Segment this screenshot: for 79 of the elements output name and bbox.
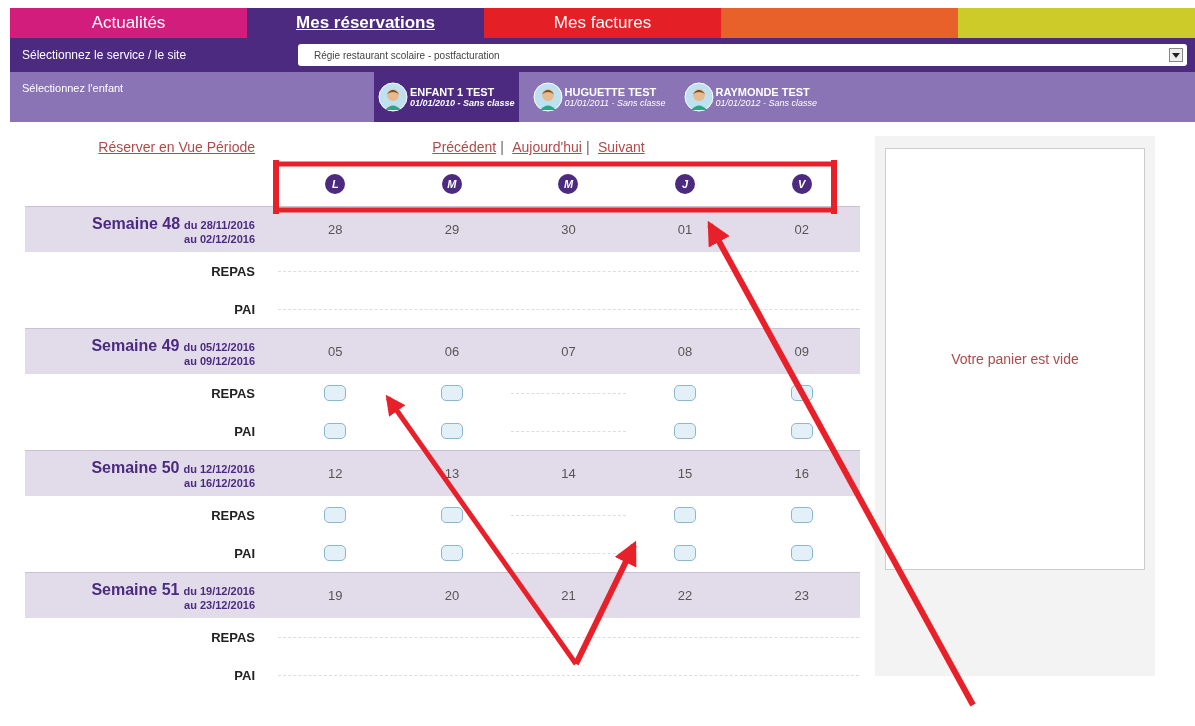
checkbox[interactable] bbox=[790, 545, 813, 561]
period-view-link[interactable]: Réserver en Vue Période bbox=[98, 139, 255, 155]
checkbox[interactable] bbox=[674, 385, 697, 401]
checkbox[interactable] bbox=[324, 385, 347, 401]
nav-tab[interactable]: Actualités bbox=[10, 8, 247, 38]
child-select-label: Sélectionnez l'enfant bbox=[21, 81, 125, 96]
date-label: 09 bbox=[794, 344, 809, 359]
checkbox[interactable] bbox=[674, 507, 697, 523]
date-label: 20 bbox=[444, 588, 460, 603]
avatar-icon bbox=[378, 82, 408, 112]
week-title: Semaine 49 bbox=[91, 336, 180, 355]
checkbox[interactable] bbox=[790, 507, 813, 523]
date-label: 19 bbox=[328, 588, 343, 603]
checkbox[interactable] bbox=[440, 385, 463, 401]
week-title: Semaine 50 bbox=[91, 458, 180, 477]
checkbox[interactable] bbox=[440, 545, 463, 561]
checkbox[interactable] bbox=[324, 545, 347, 561]
day-badge: V bbox=[791, 174, 812, 194]
service-select[interactable]: Régie restaurant scolaire - postfacturation bbox=[298, 44, 1187, 66]
date-label: 29 bbox=[444, 222, 460, 237]
child-tab[interactable]: ENFANT 1 TEST 01/01/2010 - Sans classe bbox=[374, 72, 519, 122]
checkbox[interactable] bbox=[674, 423, 697, 439]
meal-label: REPAS bbox=[211, 264, 255, 279]
nav-tab[interactable]: Mes factures bbox=[484, 8, 721, 38]
meal-label: REPAS bbox=[211, 630, 255, 645]
avatar-icon bbox=[683, 82, 714, 112]
nav-link[interactable]: Suivant bbox=[597, 139, 645, 155]
date-label: 13 bbox=[444, 466, 460, 481]
separator: | bbox=[585, 139, 590, 155]
meal-label: PAI bbox=[234, 302, 255, 317]
checkbox[interactable] bbox=[324, 507, 347, 523]
week-range: au 16/12/2016 bbox=[183, 476, 255, 489]
date-label: 30 bbox=[561, 222, 576, 237]
date-label: 16 bbox=[794, 466, 809, 481]
meal-label: REPAS bbox=[211, 386, 255, 401]
date-label: 22 bbox=[677, 588, 693, 603]
week-range: du 12/12/2016 bbox=[183, 462, 255, 477]
date-label: 05 bbox=[328, 344, 343, 359]
checkbox[interactable] bbox=[440, 507, 463, 523]
day-badge: L bbox=[325, 174, 346, 194]
empty-cart-message: Votre panier est vide bbox=[951, 351, 1079, 367]
week-range: du 28/11/2016 bbox=[184, 218, 255, 233]
nav-link[interactable]: Aujourd'hui bbox=[512, 139, 582, 155]
service-label: Sélectionnez le service / le site bbox=[22, 48, 188, 62]
date-label: 28 bbox=[328, 222, 343, 237]
date-label: 23 bbox=[794, 588, 809, 603]
checkbox[interactable] bbox=[324, 423, 347, 439]
week-title: Semaine 48 bbox=[92, 214, 181, 233]
meal-label: PAI bbox=[234, 546, 255, 561]
date-label: 08 bbox=[677, 344, 693, 359]
nav-tab[interactable]: Mes réservations bbox=[247, 8, 484, 38]
week-title: Semaine 51 bbox=[91, 580, 180, 599]
date-label: 21 bbox=[561, 588, 576, 603]
date-label: 02 bbox=[794, 222, 809, 237]
meal-label: PAI bbox=[234, 424, 255, 439]
checkbox[interactable] bbox=[440, 423, 463, 439]
checkbox[interactable] bbox=[790, 423, 813, 439]
meal-label: REPAS bbox=[211, 508, 255, 523]
date-label: 01 bbox=[677, 222, 693, 237]
meal-label: PAI bbox=[234, 668, 255, 683]
day-badge: M bbox=[558, 174, 579, 194]
week-range: du 19/12/2016 bbox=[183, 584, 255, 599]
date-label: 07 bbox=[561, 344, 576, 359]
child-tab[interactable]: RAYMONDE TEST 01/01/2012 - Sans classe bbox=[679, 72, 822, 122]
nav-link[interactable]: Précédent bbox=[432, 139, 497, 155]
date-label: 14 bbox=[561, 466, 576, 481]
checkbox[interactable] bbox=[674, 545, 697, 561]
avatar-icon bbox=[532, 82, 563, 112]
week-range: au 02/12/2016 bbox=[184, 232, 255, 245]
week-range: du 05/12/2016 bbox=[183, 340, 255, 355]
day-badge: J bbox=[675, 174, 696, 194]
date-label: 06 bbox=[444, 344, 460, 359]
week-range: au 09/12/2016 bbox=[183, 354, 255, 367]
date-label: 15 bbox=[677, 466, 693, 481]
date-label: 12 bbox=[328, 466, 343, 481]
week-range: au 23/12/2016 bbox=[183, 598, 255, 611]
separator: | bbox=[500, 139, 504, 155]
day-badge: M bbox=[441, 174, 462, 194]
child-tab[interactable]: HUGUETTE TEST 01/01/2011 - Sans classe bbox=[528, 72, 670, 122]
